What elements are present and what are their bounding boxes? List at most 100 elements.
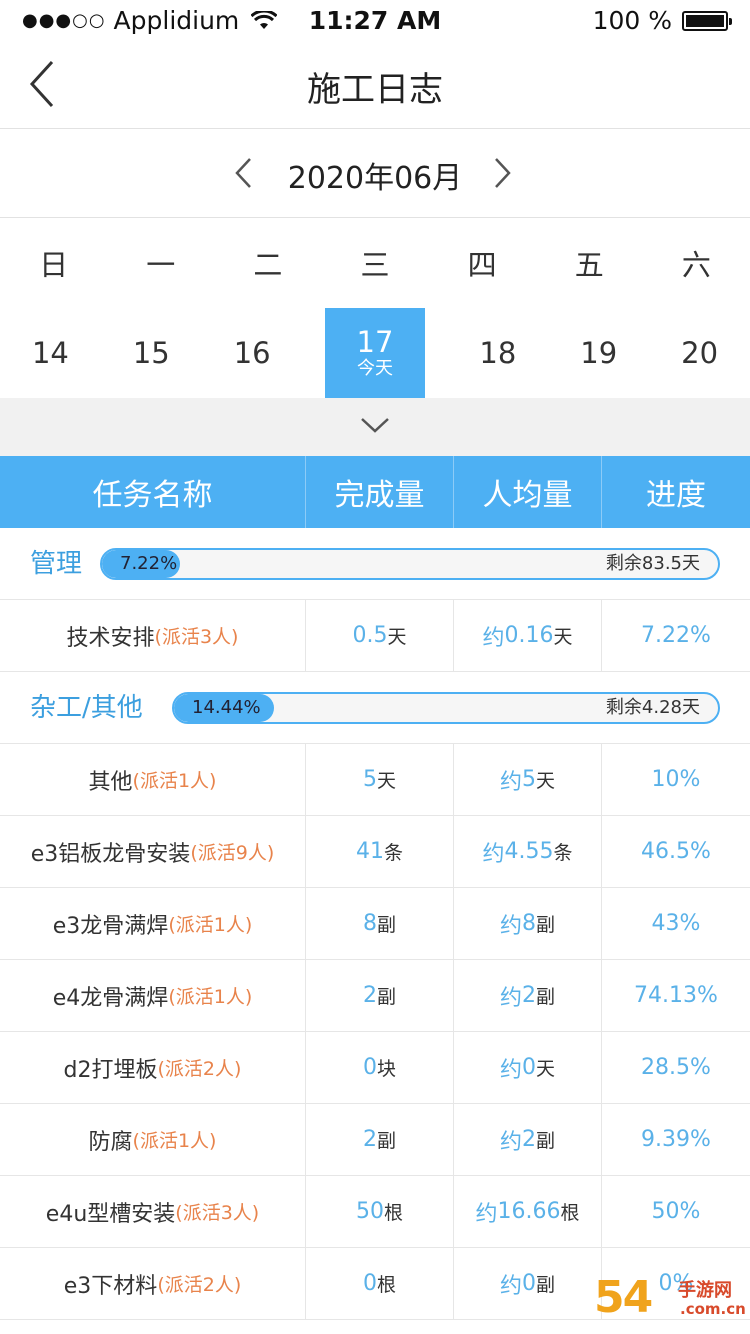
per-person-value: 4.55	[504, 839, 554, 864]
completed-value: 5	[362, 767, 377, 792]
date-cell-today[interactable]: 17 今天	[324, 308, 426, 398]
group-name: 杂工/其他	[30, 693, 143, 723]
date-number: 18	[479, 336, 517, 370]
table-row[interactable]: e3龙骨满焊 (派活1人) 8 副约 8 副 43%	[0, 888, 750, 960]
completed-unit: 天	[376, 770, 396, 792]
group-progress-percent: 7.22%	[120, 553, 178, 574]
per-person-prefix: 约	[499, 1273, 522, 1299]
group-progress-bar: 14.44% 剩余4.28天	[172, 692, 720, 724]
table-row[interactable]: e3铝板龙骨安装 (派活9人) 41 条约 4.55 条 46.5%	[0, 816, 750, 888]
task-name-cell: e4龙骨满焊 (派活1人)	[0, 960, 306, 1031]
task-assigned-count: (派活3人)	[175, 1202, 260, 1224]
per-person-value: 5	[522, 767, 536, 792]
table-row[interactable]: e4u型槽安装 (派活3人) 50 根约 16.66 根 50%	[0, 1176, 750, 1248]
task-assigned-count: (派活2人)	[157, 1058, 242, 1080]
group-name: 管理	[30, 549, 83, 579]
per-person-prefix: 约	[499, 1057, 522, 1083]
per-person-cell: 约 0.16 天	[454, 600, 602, 671]
per-person-value: 2	[522, 983, 536, 1008]
table-row[interactable]: 防腐 (派活1人) 2 副约 2 副 9.39%	[0, 1104, 750, 1176]
completed-unit: 副	[376, 986, 396, 1008]
per-person-cell: 约0天	[454, 1032, 602, 1103]
task-name: e3龙骨满焊	[52, 913, 169, 939]
task-name: e4龙骨满焊	[52, 985, 169, 1011]
table-row[interactable]: e4龙骨满焊 (派活1人) 2 副约 2 副 74.13%	[0, 960, 750, 1032]
column-header-task-name: 任务名称	[0, 456, 306, 528]
task-progress-percent: 28.5%	[641, 1055, 711, 1080]
completed-unit: 根	[383, 1202, 403, 1224]
date-number: 17	[356, 325, 394, 359]
navigation-bar: 施工日志	[0, 40, 750, 129]
task-progress-percent: 7.22%	[641, 623, 711, 648]
per-person-unit: 天	[553, 626, 573, 648]
per-person-value: 2	[522, 1127, 536, 1152]
watermark-domain: .com.cn	[680, 1300, 746, 1318]
completed-cell: 41 条	[306, 816, 454, 887]
site-watermark-logo: 54 手游网 .com.cn	[594, 1270, 746, 1330]
per-person-prefix: 约	[499, 985, 522, 1011]
completed-unit: 根	[376, 1274, 396, 1296]
battery-percent: 100 %	[592, 6, 672, 35]
completed-unit: 副	[376, 914, 396, 936]
table-row[interactable]: 其他 (派活1人) 5 天约 5 天 10%	[0, 744, 750, 816]
per-person-cell: 约5天	[454, 744, 602, 815]
task-table-body: 管理 7.22% 剩余83.5天 技术安排 (派活3人) 0.5 天约 0.16 天 7.22% 杂…	[0, 528, 750, 1320]
month-selector: 2020年06月	[0, 129, 750, 218]
task-group-header[interactable]: 管理 7.22% 剩余83.5天	[0, 528, 750, 600]
per-person-unit: 根	[560, 1202, 580, 1224]
per-person-prefix: 约	[475, 1201, 498, 1227]
task-group-header[interactable]: 杂工/其他 14.44% 剩余4.28天	[0, 672, 750, 744]
completed-value: 0	[362, 1271, 377, 1296]
task-name-cell: 防腐 (派活1人)	[0, 1104, 306, 1175]
completed-cell: 8副	[306, 888, 454, 959]
completed-unit: 副	[376, 1130, 396, 1152]
month-label: 2020年06月	[287, 161, 463, 196]
date-number: 16	[233, 336, 271, 370]
date-number: 15	[132, 336, 170, 370]
per-person-unit: 副	[536, 914, 556, 936]
group-progress-percent: 14.44%	[192, 697, 261, 718]
calendar-expand-button[interactable]	[0, 398, 750, 456]
completed-value: 0	[362, 1055, 377, 1080]
per-person-prefix: 约	[499, 1129, 522, 1155]
date-cell[interactable]: 18	[447, 308, 548, 398]
weekday-label: 五	[574, 248, 604, 282]
task-progress-percent: 50%	[651, 1199, 701, 1224]
per-person-cell: 约 16.66 根	[454, 1176, 602, 1247]
weekday-label: 二	[253, 248, 283, 282]
next-month-icon[interactable]	[490, 155, 514, 191]
per-person-prefix: 约	[499, 769, 522, 795]
battery-icon	[682, 10, 732, 31]
group-remaining-days: 剩余83.5天	[605, 553, 700, 574]
weekday-label: 一	[146, 248, 176, 282]
completed-cell: 0根	[306, 1248, 454, 1319]
task-assigned-count: (派活3人)	[154, 626, 239, 648]
task-name: 防腐	[88, 1129, 133, 1155]
table-row[interactable]: 技术安排 (派活3人) 0.5 天约 0.16 天 7.22%	[0, 600, 750, 672]
task-name-cell: e3铝板龙骨安装 (派活9人)	[0, 816, 306, 887]
task-progress-percent: 10%	[651, 767, 701, 792]
date-cell[interactable]: 14	[0, 308, 101, 398]
date-number: 20	[681, 336, 719, 370]
task-name-cell: 其他 (派活1人)	[0, 744, 306, 815]
task-name: d2打埋板	[63, 1057, 158, 1083]
task-assigned-count: (派活1人)	[132, 1130, 217, 1152]
completed-cell: 5天	[306, 744, 454, 815]
task-table-header: 任务名称 完成量 人均量 进度	[0, 456, 750, 528]
date-number: 14	[31, 336, 69, 370]
per-person-cell: 约8副	[454, 888, 602, 959]
task-assigned-count: (派活9人)	[190, 842, 275, 864]
date-cell[interactable]: 19	[548, 308, 649, 398]
per-person-unit: 副	[536, 986, 556, 1008]
per-person-prefix: 约	[482, 625, 505, 651]
completed-value: 0.5	[352, 623, 388, 648]
table-row[interactable]: d2打埋板 (派活2人) 0 块 约 0 天 28.5%	[0, 1032, 750, 1104]
group-progress-bar: 7.22% 剩余83.5天	[100, 548, 720, 580]
date-cell[interactable]: 15	[101, 308, 202, 398]
completed-value: 2	[362, 983, 377, 1008]
completed-value: 50	[355, 1199, 384, 1224]
date-cell[interactable]: 20	[649, 308, 750, 398]
date-cell[interactable]: 16	[202, 308, 303, 398]
column-header-completed: 完成量	[306, 456, 454, 528]
completed-unit: 块	[376, 1058, 396, 1080]
